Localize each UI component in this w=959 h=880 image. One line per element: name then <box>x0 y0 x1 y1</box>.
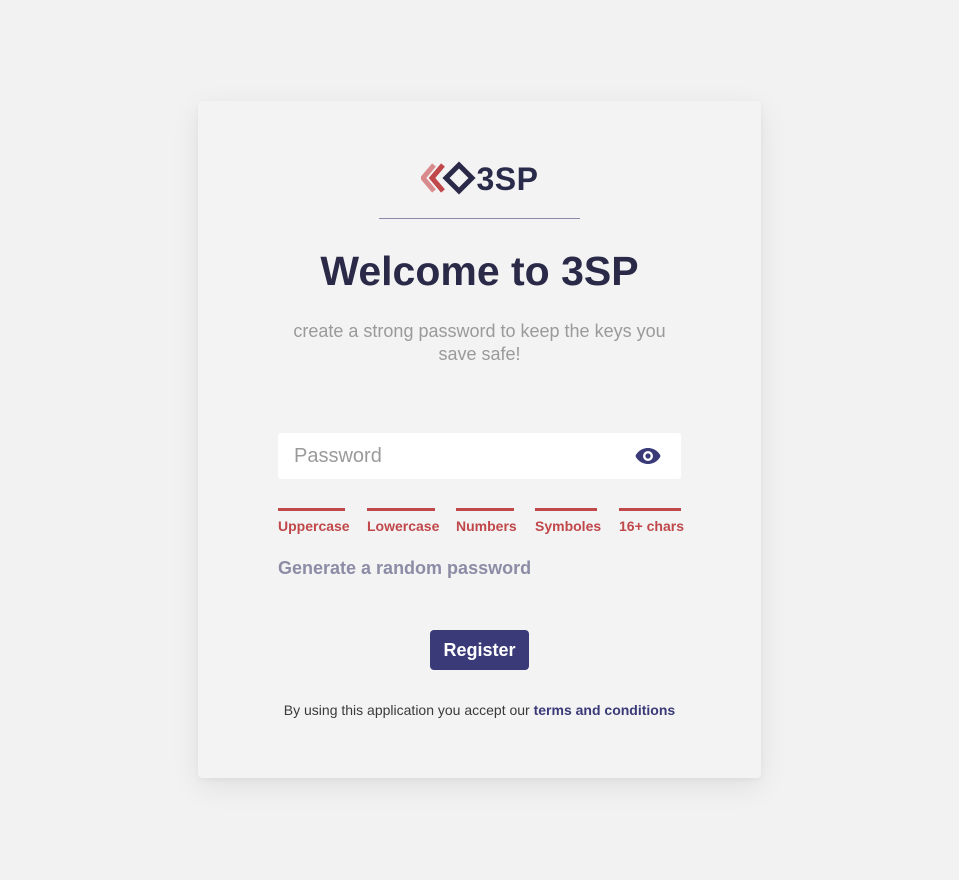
terms-notice: By using this application you accept our… <box>198 701 761 719</box>
requirement-length: 16+ chars <box>619 508 684 534</box>
requirement-label: 16+ chars <box>619 518 684 534</box>
register-button[interactable]: Register <box>430 630 529 670</box>
terms-prefix: By using this application you accept our <box>283 702 534 718</box>
requirement-label: Lowercase <box>367 518 440 534</box>
page-subtitle: create a strong password to keep the key… <box>293 321 666 364</box>
password-input[interactable] <box>278 434 614 478</box>
requirement-lowercase: Lowercase <box>367 508 439 534</box>
register-card: 3SP Welcome to 3SP create a strong passw… <box>198 101 761 778</box>
eye-icon[interactable] <box>635 446 661 466</box>
requirement-label: Symboles <box>535 518 602 534</box>
requirement-numbers: Numbers <box>456 508 517 534</box>
logo: 3SP <box>198 159 761 199</box>
requirement-label: Uppercase <box>278 518 350 534</box>
chevron-diamond-logo-icon <box>420 161 476 195</box>
terms-link[interactable]: terms and conditions <box>534 702 676 718</box>
header-divider <box>379 218 580 219</box>
generate-password-link[interactable]: Generate a random password <box>278 557 531 579</box>
requirement-uppercase: Uppercase <box>278 508 350 534</box>
requirement-label: Numbers <box>456 518 517 534</box>
password-field <box>278 433 681 479</box>
requirement-symbols: Symboles <box>535 508 601 534</box>
page-title: Welcome to 3SP <box>320 248 639 294</box>
password-requirements: Uppercase Lowercase Numbers Symboles 16+… <box>278 508 684 538</box>
logo-text: 3SP <box>476 161 539 197</box>
